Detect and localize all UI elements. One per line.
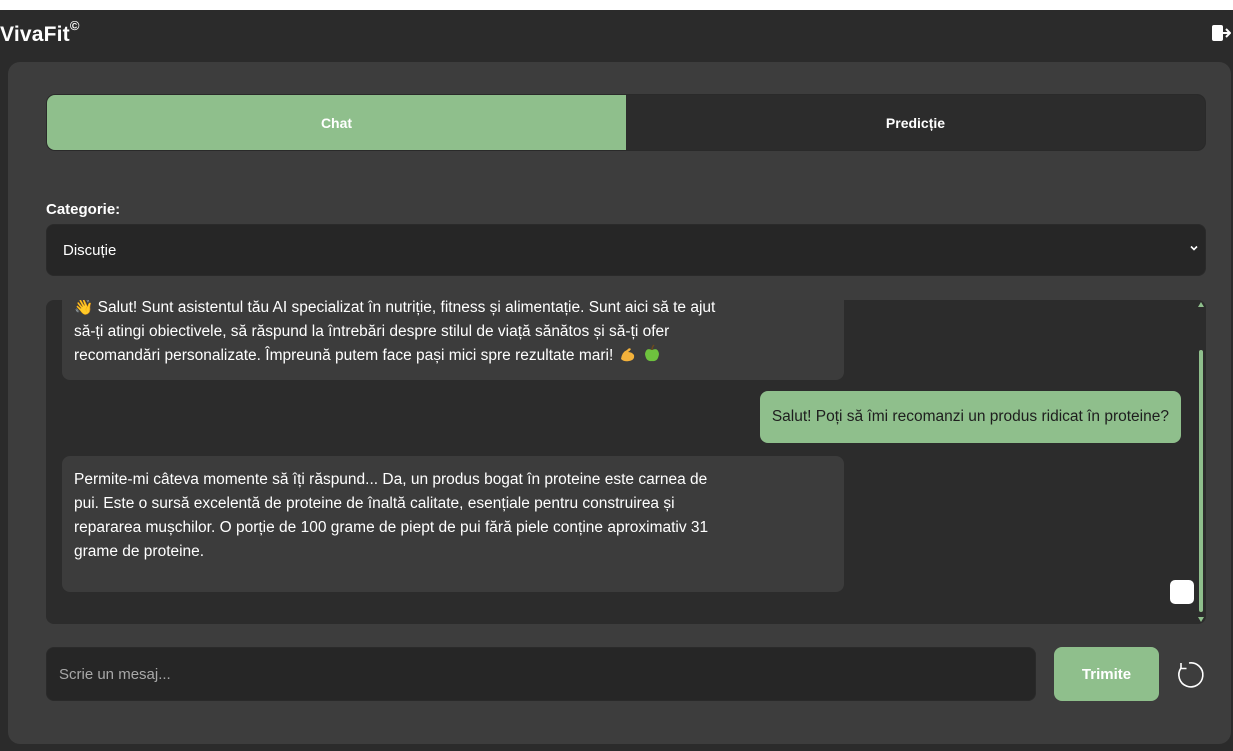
green-apple-icon [644, 344, 659, 362]
top-bar: VivaFit© [0, 10, 1233, 60]
scroll-to-bottom-button[interactable] [1170, 580, 1194, 604]
message-text: recomandări personalizate. Împreună pute… [74, 347, 614, 364]
category-select[interactable]: Discuție [46, 224, 1206, 276]
message-line: pui. Este o sursă excelentă de proteine … [74, 495, 675, 512]
message-line: recomandări personalizate. Împreună pute… [74, 344, 832, 368]
user-message: Salut! Poți să îmi recomanzi un produs r… [759, 391, 1181, 443]
tab-predictie[interactable]: Predicție [626, 95, 1205, 150]
send-button[interactable]: Trimite [1054, 647, 1159, 701]
chat-log[interactable]: 👋 Salut! Sunt asistentul tău AI speciali… [46, 300, 1206, 624]
scroll-up-arrow-icon[interactable] [1198, 302, 1204, 307]
message-line: Permite-mi câteva momente să îți răspund… [74, 471, 708, 488]
brand-name: VivaFit [0, 23, 70, 46]
app-window: VivaFit© Chat Predicție Categorie: Discu… [0, 10, 1233, 751]
main-panel: Chat Predicție Categorie: Discuție 👋 Sal… [8, 62, 1231, 744]
bot-message: 👋 Salut! Sunt asistentul tău AI speciali… [62, 300, 844, 380]
brand-logo: VivaFit© [0, 18, 80, 47]
brand-mark: © [69, 18, 80, 33]
chevron-down-icon [1190, 245, 1198, 251]
logout-icon[interactable] [1211, 23, 1232, 43]
message-line: repararea mușchilor. O porție de 100 gra… [74, 519, 709, 536]
scroll-down-arrow-icon[interactable] [1198, 617, 1204, 622]
mode-tabs: Chat Predicție [46, 94, 1206, 151]
category-selected-value: Discuție [63, 241, 117, 259]
chat-scrollbar[interactable] [1197, 300, 1205, 624]
message-line: să-ți atingi obiectivele, să răspund la … [74, 323, 670, 340]
refresh-icon[interactable] [1173, 659, 1205, 691]
message-line: 👋 Salut! Sunt asistentul tău AI speciali… [74, 300, 716, 316]
category-label: Categorie: [46, 201, 121, 218]
flexed-biceps-icon [620, 348, 634, 362]
tab-chat[interactable]: Chat [47, 95, 626, 150]
message-line: grame de proteine. [74, 543, 205, 560]
scroll-thumb[interactable] [1199, 350, 1203, 612]
message-input[interactable] [46, 647, 1036, 701]
bot-message: Permite-mi câteva momente să îți răspund… [62, 456, 844, 592]
